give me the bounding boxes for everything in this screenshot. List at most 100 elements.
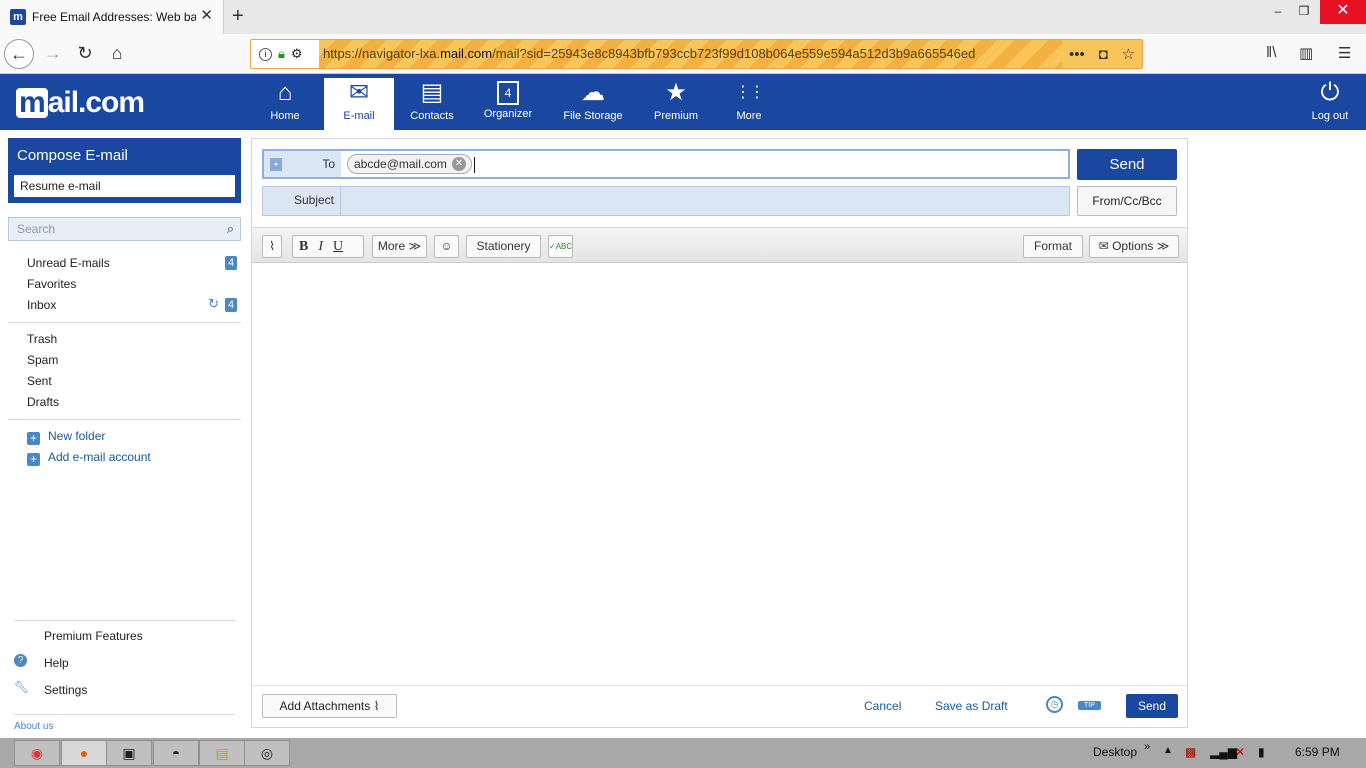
menu-hamburger-icon[interactable]: ☰ [1338, 44, 1351, 62]
nav-home[interactable]: ⌂ Home [250, 78, 320, 130]
add-attachments-button[interactable]: Add Attachments ⌇ [262, 694, 397, 718]
minimize-icon[interactable]: – [1264, 0, 1292, 24]
home-icon[interactable]: ⌂ [102, 39, 132, 69]
bookmark-star-icon[interactable]: ☆ [1122, 45, 1135, 63]
folder-drafts[interactable]: Drafts [8, 392, 241, 413]
browser-tab-active[interactable]: m Free Email Addresses: Web based ✕ [0, 0, 224, 34]
chrome-icon[interactable]: ◉ [14, 740, 60, 766]
plus-icon: + [27, 432, 40, 445]
nav-premium[interactable]: ★ Premium [641, 78, 711, 130]
signal-icon[interactable]: ▂▄▆ [1210, 745, 1237, 759]
refresh-icon[interactable]: ↻ [208, 296, 219, 312]
folder-favorites[interactable]: Favorites [8, 274, 241, 295]
folder-sent[interactable]: Sent [8, 371, 241, 392]
network-app-icon[interactable]: ◎ [244, 740, 290, 766]
italic-button[interactable]: I [318, 239, 323, 254]
tray-app-icon[interactable]: ▩ [1185, 745, 1196, 759]
help-link[interactable]: ? Help [14, 648, 235, 675]
envelope-icon: ✉ [1098, 239, 1109, 253]
compose-email-button[interactable]: Compose E-mail [8, 138, 241, 172]
logo-m: m [16, 88, 48, 118]
recipient-address: abcde@mail.com [354, 157, 447, 171]
options-button[interactable]: ✉ Options ≫ [1089, 235, 1179, 258]
save-draft-link[interactable]: Save as Draft [935, 699, 1008, 713]
message-body-editor[interactable] [252, 263, 1187, 685]
sidebar-toggle-icon[interactable]: ▥ [1299, 44, 1313, 62]
chevron-right-icon[interactable]: » [1144, 741, 1150, 753]
battery-icon[interactable]: ▮ [1258, 745, 1265, 759]
nav-contacts[interactable]: ▤ Contacts [397, 78, 467, 130]
app-window-icon[interactable]: ▣ [106, 740, 152, 766]
media-app-icon[interactable]: ◓ [153, 740, 199, 766]
add-account-link[interactable]: + Add e-mail account [8, 447, 241, 468]
from-cc-bcc-button[interactable]: From/Cc/Bcc [1077, 186, 1177, 216]
send-button[interactable]: Send [1077, 149, 1177, 180]
windows-taskbar: ◉ ● ▣ ◓ ▤ ◎ Desktop » ▲ ▩ ▂▄▆ ✕ ▮ 6:59 P… [0, 738, 1366, 768]
reload-icon[interactable]: ↻ [70, 39, 100, 69]
about-us-link[interactable]: About us [14, 714, 235, 732]
tip-badge[interactable]: TIP [1078, 701, 1101, 710]
send-button-bottom[interactable]: Send [1126, 694, 1178, 718]
library-icon[interactable]: ‖\ [1266, 44, 1276, 61]
page-actions-icon[interactable]: ••• [1069, 46, 1085, 63]
cancel-link[interactable]: Cancel [864, 699, 901, 713]
restore-icon[interactable]: ❐ [1290, 0, 1318, 24]
settings-link[interactable]: 🔧︎ Settings [14, 675, 235, 702]
remove-recipient-icon[interactable]: ✕ [451, 157, 466, 171]
forward-arrow-icon[interactable]: → [38, 39, 68, 69]
nav-more[interactable]: ⋮⋮ More [714, 78, 784, 130]
file-explorer-icon[interactable]: ▤ [199, 740, 245, 766]
premium-features-link[interactable]: Premium Features [14, 621, 235, 648]
plus-icon: + [27, 453, 40, 466]
recipient-chip[interactable]: abcde@mail.com ✕ [347, 154, 472, 174]
window-close-icon[interactable]: ✕ [1320, 0, 1366, 24]
paperclip-icon[interactable]: ⌇ [262, 235, 282, 258]
bold-button[interactable]: B [299, 239, 308, 254]
to-input[interactable]: abcde@mail.com ✕ [341, 151, 1068, 177]
browser-tab-strip: m Free Email Addresses: Web based ✕ + – … [0, 0, 1366, 34]
show-hidden-icons[interactable]: ▲ [1163, 745, 1173, 756]
double-chevron-icon: ≫ [408, 239, 422, 253]
nav-organizer[interactable]: 4 Organizer [473, 78, 543, 130]
subject-input[interactable] [340, 187, 1069, 215]
search-input[interactable]: Search ⌕ [8, 217, 241, 241]
to-label: To [322, 157, 335, 171]
info-icon[interactable]: i [259, 47, 272, 61]
firefox-icon[interactable]: ● [61, 740, 107, 766]
network-warning-icon[interactable]: ✕ [1235, 745, 1245, 759]
desktop-toolbar-label[interactable]: Desktop [1093, 745, 1137, 759]
pocket-icon[interactable]: ◘ [1099, 46, 1108, 63]
folder-trash[interactable]: Trash [8, 329, 241, 350]
address-book-icon[interactable]: ▪ [270, 158, 282, 171]
more-button[interactable]: More ≫ [372, 235, 427, 258]
stationery-button[interactable]: Stationery [466, 235, 541, 258]
compose-panel: ▪ To abcde@mail.com ✕ Send Subject From/C… [251, 138, 1188, 728]
folder-inbox[interactable]: Inbox ↻ 4 [8, 295, 241, 316]
tab-close-icon[interactable]: ✕ [200, 8, 213, 23]
clock-icon[interactable]: ◷ [1046, 696, 1063, 713]
clock-time[interactable]: 6:59 PM [1295, 745, 1340, 759]
resume-email-button[interactable]: Resume e-mail [14, 175, 235, 197]
search-icon[interactable]: ⌕ [227, 221, 234, 237]
logout-button[interactable]: ⏻ Log out [1295, 78, 1365, 130]
spellcheck-icon[interactable]: ✓ABC [548, 235, 573, 258]
nav-file-storage[interactable]: ☁ File Storage [558, 78, 628, 130]
url-prefix: https://navigator-lxa. [323, 46, 441, 61]
nav-email[interactable]: ✉ E-mail [324, 78, 394, 130]
contacts-nav-icon: ▤ [420, 79, 444, 106]
url-text[interactable]: https://navigator-lxa.mail.com/mail?sid=… [319, 40, 1062, 68]
search-placeholder: Search [17, 222, 56, 236]
url-bar[interactable]: i 🔒︎ ⚙ https://navigator-lxa.mail.com/ma… [250, 39, 1143, 69]
nav-home-label: Home [270, 110, 300, 122]
back-arrow-icon[interactable]: ← [4, 39, 34, 69]
more-label: More [377, 239, 406, 253]
folder-unread[interactable]: Unread E-mails 4 [8, 253, 241, 274]
format-button[interactable]: Format [1023, 235, 1083, 258]
settings-label: Settings [44, 683, 88, 697]
emoji-icon[interactable]: ☺ [434, 235, 459, 258]
folder-spam[interactable]: Spam [8, 350, 241, 371]
new-folder-link[interactable]: + New folder [8, 426, 241, 447]
mailcom-logo[interactable]: m ail.com [16, 86, 145, 120]
underline-button[interactable]: U [333, 239, 343, 254]
new-tab-icon[interactable]: + [232, 5, 244, 28]
